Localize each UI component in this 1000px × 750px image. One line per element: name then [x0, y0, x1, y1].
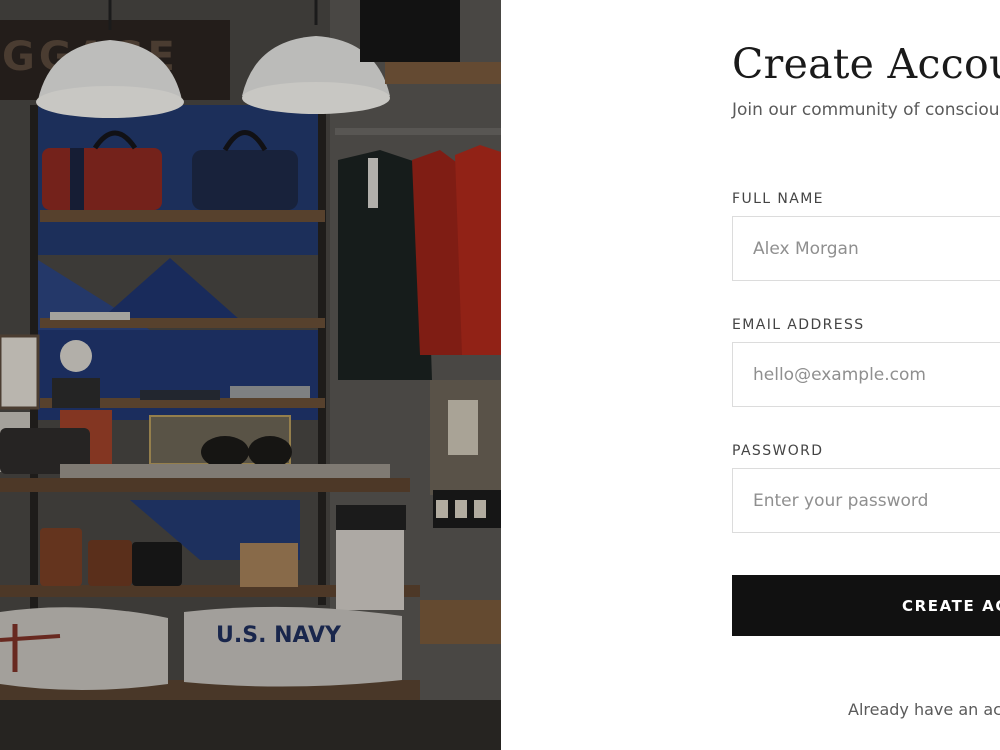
page-subtitle: Join our community of conscious — [732, 100, 1000, 120]
full-name-label: FULL NAME — [732, 191, 824, 207]
create-account-button[interactable]: CREATE ACCOUNT — [732, 575, 1000, 636]
password-input[interactable] — [732, 468, 1000, 533]
email-label: EMAIL ADDRESS — [732, 317, 865, 333]
store-photo-illustration: GGAGE — [0, 0, 501, 750]
password-label: PASSWORD — [732, 443, 824, 459]
store-photo: GGAGE — [0, 0, 501, 750]
full-name-input[interactable] — [732, 216, 1000, 281]
page-title: Create Account — [732, 40, 1000, 88]
signin-prompt: Already have an account? — [848, 700, 1000, 719]
email-input[interactable] — [732, 342, 1000, 407]
signup-form-panel: Create Account Join our community of con… — [502, 0, 1000, 750]
